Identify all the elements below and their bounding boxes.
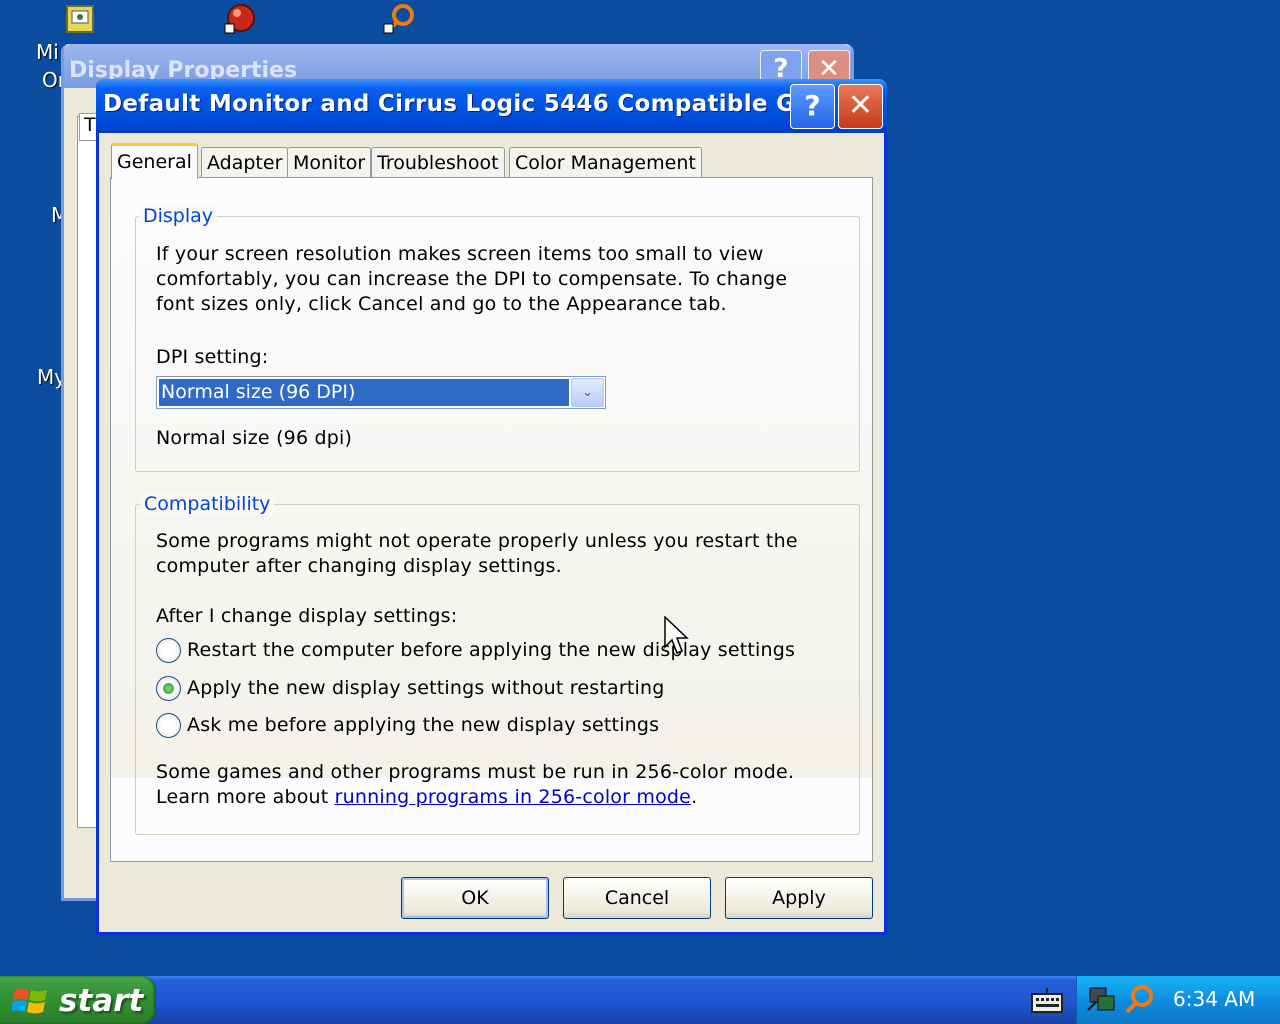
tab-troubleshoot[interactable]: Troubleshoot [371, 147, 505, 178]
dialog-title: Default Monitor and Cirrus Logic 5446 Co… [103, 91, 831, 117]
apply-without-restart-label[interactable]: Apply the new display settings without r… [187, 676, 665, 701]
taskbar-clock[interactable]: 6:34 AM [1173, 987, 1255, 1011]
ask-me-radio[interactable] [156, 713, 181, 738]
keyboard-icon[interactable] [1030, 986, 1064, 1016]
learn-more-prefix: Learn more about [156, 786, 335, 808]
tab-color-management[interactable]: Color Management [509, 147, 702, 178]
search-tray-icon[interactable] [1122, 984, 1156, 1016]
tab-adapter[interactable]: Adapter [201, 147, 289, 178]
windows-logo-icon [12, 988, 47, 1014]
ok-button[interactable]: OK [401, 877, 549, 919]
help-button[interactable]: ? [790, 84, 835, 129]
close-button[interactable]: ✕ [838, 84, 883, 129]
256-color-mode-link[interactable]: running programs in 256-color mode [335, 786, 691, 808]
games-256-color-text: Some games and other programs must be ru… [156, 761, 795, 783]
dpi-selected-value: Normal size (96 DPI) [158, 378, 570, 407]
cancel-button[interactable]: Cancel [563, 877, 711, 919]
display-description-line: font sizes only, click Cancel and go to … [156, 293, 727, 315]
outlook-express-icon[interactable] [65, 4, 97, 36]
tab-monitor[interactable]: Monitor [287, 147, 372, 178]
after-change-label: After I change display settings: [156, 605, 458, 627]
restart-radio-label[interactable]: Restart the computer before applying the… [187, 638, 795, 663]
compat-description-line: Some programs might not operate properly… [156, 530, 798, 552]
display-group-legend: Display [139, 205, 218, 227]
restart-radio[interactable] [156, 638, 181, 663]
desktop-icon-label: Mi [36, 40, 59, 64]
dialog-titlebar[interactable]: Default Monitor and Cirrus Logic 5446 Co… [96, 79, 887, 133]
apply-without-restart-radio[interactable] [156, 676, 181, 701]
network-tray-icon[interactable] [1086, 984, 1120, 1016]
compat-description-line: computer after changing display settings… [156, 555, 562, 577]
start-label: start [59, 983, 144, 1019]
start-button[interactable]: start [0, 976, 156, 1024]
ask-me-radio-label[interactable]: Ask me before applying the new display s… [187, 713, 659, 738]
dpi-setting-label: DPI setting: [156, 346, 269, 368]
display-description-line: If your screen resolution makes screen i… [156, 243, 764, 265]
dpi-setting-select[interactable]: Normal size (96 DPI) ⌄ [156, 376, 606, 409]
mouse-cursor-icon [664, 616, 689, 654]
learn-more-suffix: . [691, 786, 698, 808]
display-description-line: comfortably, you can increase the DPI to… [156, 268, 788, 290]
search-icon[interactable] [383, 2, 415, 34]
tab-general[interactable]: General [111, 143, 198, 179]
apply-button[interactable]: Apply [725, 877, 873, 919]
learn-more-line: Learn more about running programs in 256… [156, 785, 697, 810]
chevron-down-icon[interactable]: ⌄ [571, 378, 604, 407]
dpi-note: Normal size (96 dpi) [156, 427, 353, 449]
realplayer-icon[interactable] [224, 2, 256, 34]
compatibility-group-legend: Compatibility [140, 493, 275, 515]
